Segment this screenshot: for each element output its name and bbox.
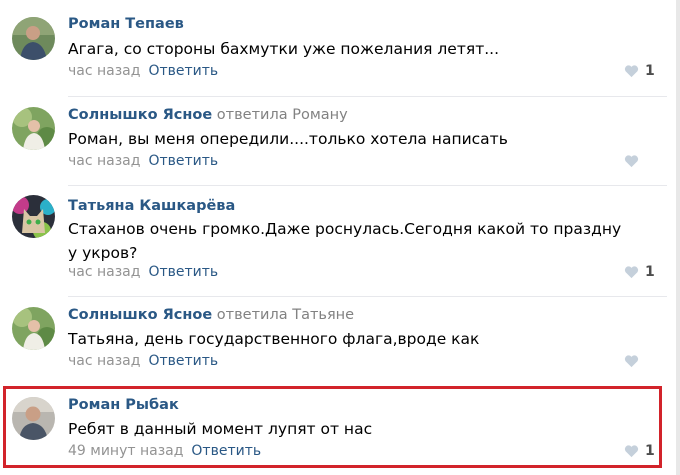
comment-text: Татьяна, день государственного флага,вро…	[68, 330, 480, 348]
comment-text: Агага, со стороны бахмутки уже пожелания…	[68, 40, 500, 58]
like-button[interactable]	[624, 151, 664, 171]
reply-to-verb: ответила	[216, 307, 288, 323]
author-line: Роман Тепаев	[68, 14, 184, 34]
comment-item: Татьяна Кашкарёва Стаханов очень громко.…	[0, 186, 680, 296]
comment-meta: час назад Ответить	[68, 151, 218, 171]
author-line: Татьяна Кашкарёва	[68, 196, 235, 216]
like-count: 1	[645, 63, 655, 79]
comments-list: Роман Тепаев Агага, со стороны бахмутки …	[0, 0, 680, 475]
comment-meta: час назад Ответить	[68, 61, 218, 81]
comment-item: Солнышко Ясное ответила Роману Роман, вы…	[0, 97, 680, 185]
avatar[interactable]	[12, 17, 55, 60]
like-button[interactable]	[624, 351, 664, 371]
comment-time[interactable]: час назад	[68, 264, 140, 280]
like-button[interactable]: 1	[624, 61, 664, 81]
author-name[interactable]: Солнышко Ясное	[68, 107, 212, 123]
reply-to-name[interactable]: Татьяне	[292, 307, 354, 323]
reply-button[interactable]: Ответить	[148, 63, 218, 79]
avatar[interactable]	[12, 195, 55, 238]
comment-text: Стаханов очень громко.Даже роснулась.Сег…	[68, 220, 622, 262]
author-name[interactable]: Роман Тепаев	[68, 16, 184, 32]
heart-icon	[624, 155, 639, 168]
author-name[interactable]: Татьяна Кашкарёва	[68, 198, 235, 214]
author-line: Солнышко Ясное ответила Татьяне	[68, 305, 354, 325]
comment-item: Роман Тепаев Агага, со стороны бахмутки …	[0, 0, 680, 95]
comment-time[interactable]: час назад	[68, 153, 140, 169]
highlight-frame	[3, 386, 662, 468]
heart-icon	[624, 355, 639, 368]
author-line: Солнышко Ясное ответила Роману	[68, 105, 348, 125]
comment-item: Солнышко Ясное ответила Татьяне Татьяна,…	[0, 297, 680, 383]
like-button[interactable]: 1	[624, 262, 664, 282]
reply-button[interactable]: Ответить	[148, 353, 218, 369]
like-count: 1	[645, 264, 655, 280]
reply-button[interactable]: Ответить	[148, 153, 218, 169]
reply-button[interactable]: Ответить	[148, 264, 218, 280]
reply-to-name[interactable]: Роману	[292, 107, 348, 123]
heart-icon	[624, 65, 639, 78]
comment-text: Роман, вы меня опередили....только хотел…	[68, 130, 508, 148]
comment-time[interactable]: час назад	[68, 63, 140, 79]
comment-meta: час назад Ответить	[68, 351, 218, 371]
reply-to-verb: ответила	[216, 107, 288, 123]
comment-meta: час назад Ответить	[68, 262, 218, 282]
heart-icon	[624, 266, 639, 279]
scroll-edge	[676, 0, 680, 475]
author-name[interactable]: Солнышко Ясное	[68, 307, 212, 323]
avatar[interactable]	[12, 307, 55, 350]
comment-time[interactable]: час назад	[68, 353, 140, 369]
avatar[interactable]	[12, 107, 55, 150]
